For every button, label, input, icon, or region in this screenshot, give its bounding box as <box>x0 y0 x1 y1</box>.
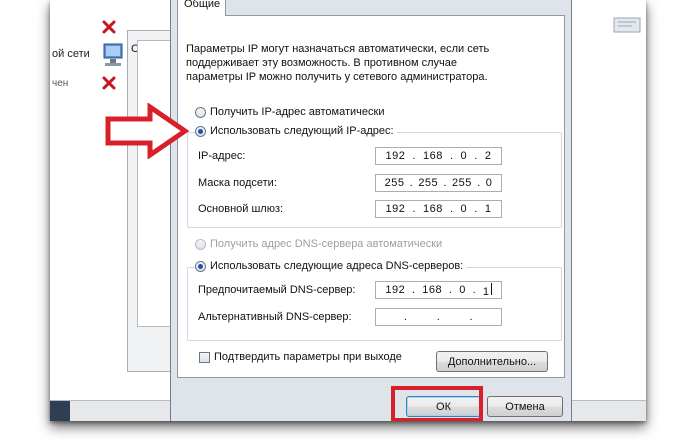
cancel-button[interactable]: Отмена <box>487 396 563 417</box>
subnet-mask-input[interactable]: 255. 255. 255. 0 <box>375 174 502 192</box>
octet: 0 <box>460 203 468 215</box>
octet-dot: . <box>474 150 478 162</box>
right-background-window <box>570 0 646 400</box>
dns-manual-radio[interactable] <box>195 260 206 272</box>
octet: 192 <box>385 284 406 296</box>
octet: 255 <box>418 177 439 189</box>
octet-dot: . <box>412 203 416 215</box>
dns-auto-option[interactable]: Получить адрес DNS-сервера автоматически <box>195 238 442 250</box>
ip-manual-label: Использовать следующий IP-адрес: <box>210 125 394 137</box>
octet: 0 <box>459 284 466 296</box>
octet-dot: . <box>403 311 408 323</box>
ip-auto-radio[interactable] <box>195 106 206 118</box>
dns-group <box>187 267 562 341</box>
octet: 168 <box>422 284 443 296</box>
network-adapter-icon <box>103 43 123 66</box>
octet: 192 <box>385 203 406 215</box>
octet-dot: . <box>409 177 414 189</box>
taskbar-dark-area <box>50 401 70 421</box>
octet-dot: . <box>472 284 477 296</box>
pointer-arrow-annotation <box>105 103 189 159</box>
octet-dot: . <box>469 311 474 323</box>
alternate-dns-input[interactable]: . . . <box>375 308 502 326</box>
ok-button-highlight-annotation <box>391 386 483 421</box>
properties-list-panel <box>137 40 173 327</box>
octet-dot: . <box>449 150 454 162</box>
dns-manual-option[interactable]: Использовать следующие адреса DNS-сервер… <box>195 260 467 272</box>
disconnected-x-icon <box>102 20 116 34</box>
dns-auto-radio[interactable] <box>195 238 206 250</box>
general-tab-page: Параметры IP могут назначаться автоматич… <box>177 15 565 378</box>
validate-on-exit-label: Подтвердить параметры при выходе <box>214 351 402 363</box>
disconnected-x-icon <box>102 76 116 90</box>
octet: 2 <box>484 150 492 162</box>
ip-manual-radio[interactable] <box>195 125 206 137</box>
gateway-input[interactable]: 192. 168. 0. 1 <box>375 200 502 218</box>
octet-dot: . <box>448 284 453 296</box>
octet: 255 <box>384 177 405 189</box>
gateway-label: Основной шлюз: <box>198 203 284 215</box>
screenshot-stage: ой сети чен С Параметры IP могут назнача… <box>50 0 646 421</box>
octet: 0 <box>485 177 493 189</box>
text-cursor <box>490 282 492 295</box>
octet-dot: . <box>411 284 416 296</box>
octet-dot: . <box>449 203 454 215</box>
octet: 168 <box>423 203 443 215</box>
dns-auto-label: Получить адрес DNS-сервера автоматически <box>210 238 443 250</box>
ip-manual-option[interactable]: Использовать следующий IP-адрес: <box>195 125 397 137</box>
octet-dot: . <box>443 177 447 189</box>
dns-manual-label: Использовать следующие адреса DNS-сервер… <box>210 260 464 272</box>
tab-general[interactable]: Общие <box>177 0 226 16</box>
preferred-dns-label: Предпочитаемый DNS-сервер: <box>198 284 356 296</box>
octet: 192 <box>385 150 406 162</box>
octet-dot: . <box>474 203 478 215</box>
subnet-mask-label: Маска подсети: <box>198 177 277 189</box>
ipv4-properties-dialog: Параметры IP могут назначаться автоматич… <box>170 0 572 421</box>
ip-address-input[interactable]: 192. 168. 0. 2 <box>375 147 502 165</box>
preferred-dns-input[interactable]: 192. 168. 0. 1 <box>375 281 502 299</box>
connection-name: ой сети <box>52 48 90 60</box>
validate-on-exit-checkbox[interactable] <box>199 351 210 363</box>
ip-auto-option[interactable]: Получить IP-адрес автоматически <box>195 106 384 118</box>
intro-text: Параметры IP могут назначаться автоматич… <box>186 43 490 83</box>
octet-dot: . <box>436 311 441 323</box>
alternate-dns-label: Альтернативный DNS-сервер: <box>198 311 352 323</box>
connection-status: чен <box>52 78 69 89</box>
octet: 1 <box>484 203 492 215</box>
ip-auto-label: Получить IP-адрес автоматически <box>210 106 385 118</box>
octet-dot: . <box>477 177 481 189</box>
ip-address-label: IP-адрес: <box>198 150 246 162</box>
advanced-button[interactable]: Дополнительно... <box>436 351 548 372</box>
octet-with-cursor: 1 <box>482 282 492 298</box>
octet: 1 <box>482 285 490 298</box>
octet: 168 <box>423 150 443 162</box>
octet: 0 <box>460 150 468 162</box>
octet: 255 <box>452 177 472 189</box>
network-icon <box>613 17 641 33</box>
validate-on-exit-option[interactable]: Подтвердить параметры при выходе <box>199 351 402 363</box>
octet-dot: . <box>412 150 416 162</box>
